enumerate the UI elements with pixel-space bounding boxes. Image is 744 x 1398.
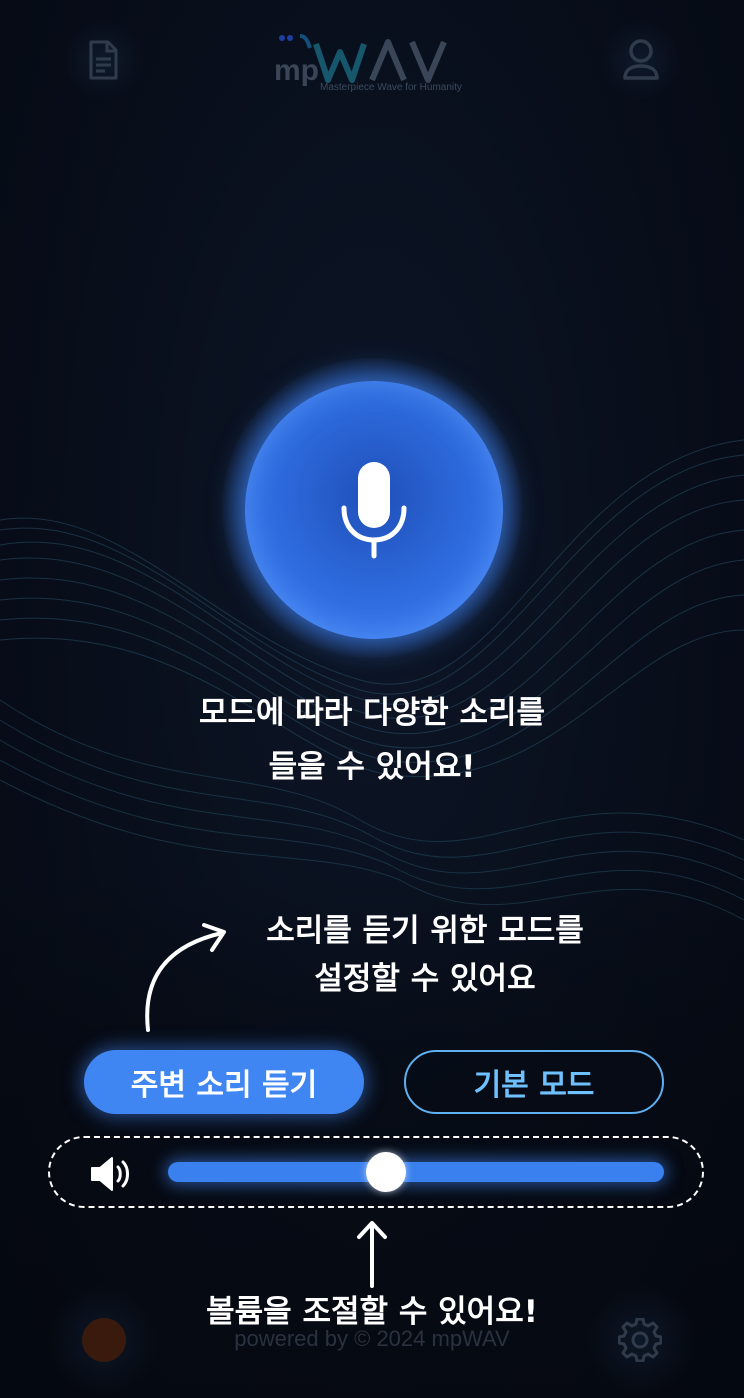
main-message: 모드에 따라 다양한 소리를 들을 수 있어요! xyxy=(0,686,744,794)
microphone-icon xyxy=(341,462,407,559)
profile-icon xyxy=(623,39,659,80)
logo-wordmark: mp xyxy=(274,34,447,87)
main-message-line1: 모드에 따라 다양한 소리를 xyxy=(198,695,546,731)
gear-icon xyxy=(618,1318,662,1362)
volume-slider-track[interactable] xyxy=(168,1162,664,1182)
ambient-sound-mode-button[interactable]: 주변 소리 듣기 xyxy=(84,1050,364,1114)
speaker-icon xyxy=(91,1157,129,1191)
logo-tagline: Masterpiece Wave for Humanity xyxy=(320,82,462,93)
record-button[interactable] xyxy=(44,1280,164,1398)
mpwav-logo: mp Masterpiece Wave for Humanity xyxy=(272,20,477,100)
microphone-button[interactable] xyxy=(245,381,503,639)
svg-text:mp: mp xyxy=(274,54,319,87)
mode-hint: 소리를 듣기 위한 모드를 설정할 수 있어요 xyxy=(220,907,630,1003)
profile-button[interactable] xyxy=(601,20,681,100)
record-icon xyxy=(82,1318,126,1362)
mode-hint-line2: 설정할 수 있어요 xyxy=(314,961,536,997)
document-button[interactable] xyxy=(63,20,143,100)
document-icon xyxy=(89,40,118,80)
volume-slider-thumb[interactable] xyxy=(366,1152,407,1192)
app-screen: mp Masterpiece Wave for Humanity 모드에 따라 … xyxy=(0,0,744,1398)
main-message-line2: 들을 수 있어요! xyxy=(268,749,476,785)
settings-button[interactable] xyxy=(580,1280,700,1398)
mode-hint-line1: 소리를 듣기 위한 모드를 xyxy=(266,913,584,949)
up-arrow-icon xyxy=(357,1221,387,1288)
basic-mode-button[interactable]: 기본 모드 xyxy=(404,1050,664,1114)
volume-control xyxy=(48,1136,704,1208)
